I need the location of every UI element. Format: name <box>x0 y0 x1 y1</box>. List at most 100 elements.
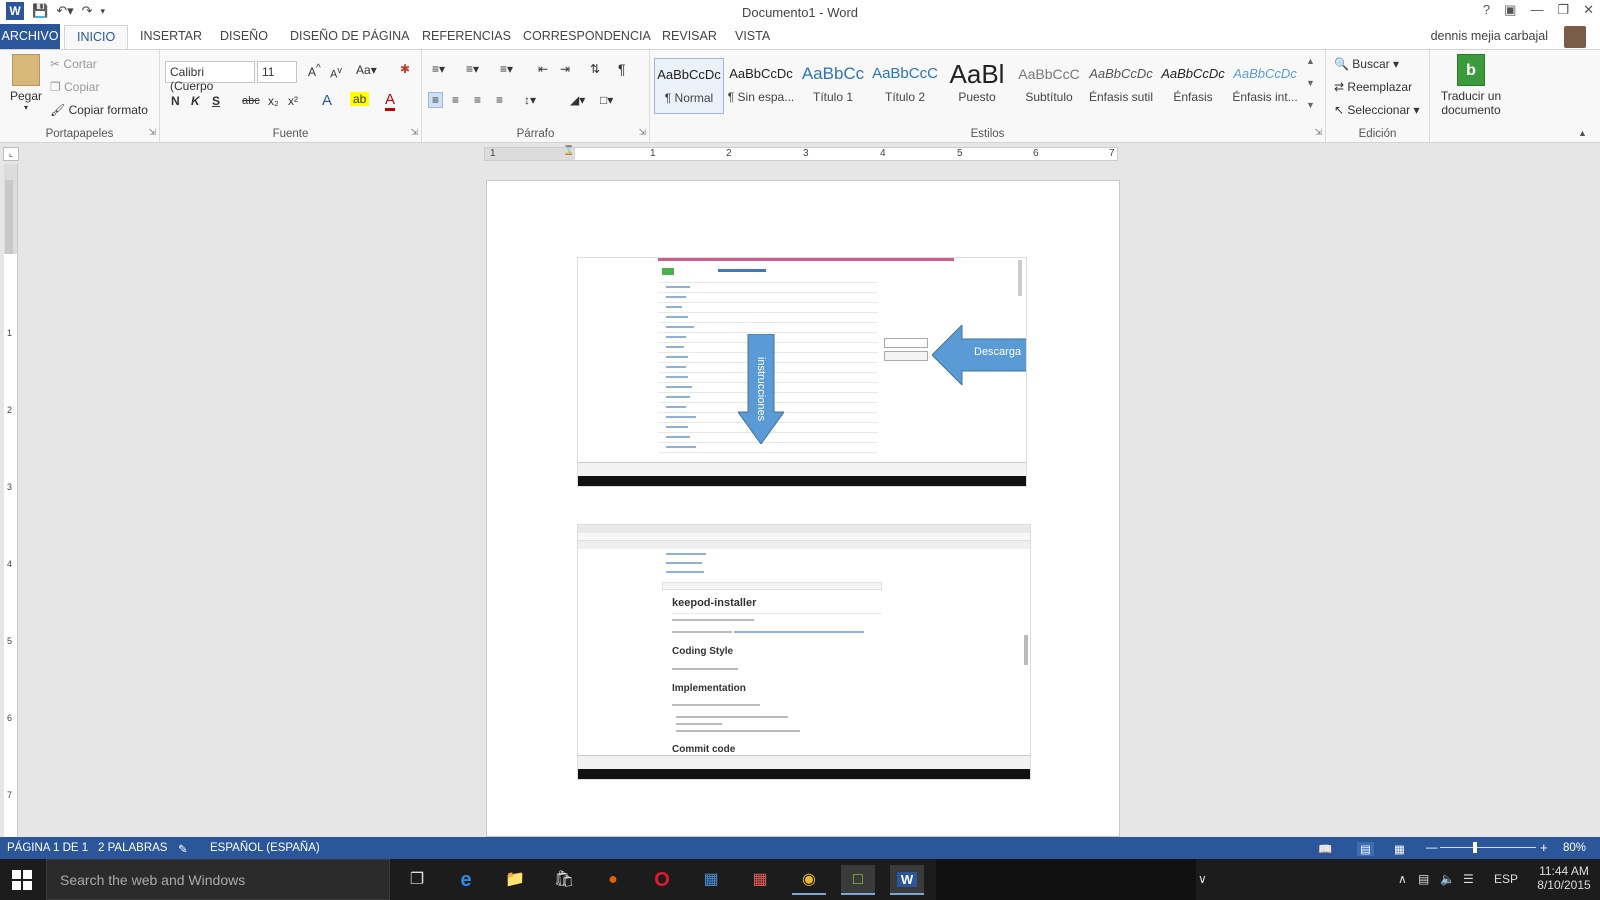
file-explorer-icon[interactable]: 📁 <box>498 865 532 895</box>
shrink-font-button[interactable]: Av <box>330 65 342 81</box>
opera-icon[interactable]: O <box>645 865 679 895</box>
styles-more-icon[interactable]: ▼ <box>1306 100 1315 110</box>
bullets-icon[interactable]: ≡▾ <box>432 62 445 76</box>
superscript-button[interactable]: x² <box>288 94 298 108</box>
vertical-ruler[interactable]: 1 2 3 4 5 6 7 <box>4 164 18 837</box>
italic-button[interactable]: K <box>191 94 200 108</box>
align-right-icon[interactable]: ≡ <box>474 93 481 107</box>
align-center-icon[interactable]: ≡ <box>452 93 459 107</box>
zoom-level[interactable]: 80% <box>1563 842 1586 854</box>
action-center-icon[interactable]: ☰ <box>1463 872 1474 886</box>
volume-icon[interactable]: 🔈 <box>1440 872 1455 886</box>
avatar[interactable] <box>1564 26 1586 48</box>
sort-icon[interactable]: ⇅ <box>590 62 600 76</box>
dialog-launcher-icon[interactable]: ⇲ <box>148 127 156 138</box>
tab-selector-icon[interactable]: ⌞ <box>3 147 19 161</box>
taskbar-search-box[interactable]: Search the web and Windows <box>46 859 390 900</box>
tab-diseno-pagina[interactable]: DISEÑO DE PÁGINA <box>290 29 409 43</box>
multilevel-list-icon[interactable]: ≡▾ <box>500 62 513 76</box>
tray-chevron-up-icon[interactable]: ∧ <box>1398 872 1407 886</box>
zoom-slider-thumb[interactable] <box>1473 842 1477 853</box>
proofing-icon[interactable]: ✎ <box>178 842 188 856</box>
tray-overflow-icon[interactable]: ∨ <box>1198 872 1207 886</box>
language-indicator[interactable]: ESPAÑOL (ESPAÑA) <box>210 842 320 854</box>
style-enfasis-sutil[interactable]: AaBbCcDc Énfasis sutil <box>1086 58 1156 114</box>
numbering-icon[interactable]: ≡▾ <box>466 62 479 76</box>
find-button[interactable]: 🔍 Buscar ▾ <box>1334 57 1399 71</box>
document-page[interactable]: instrucciones Descarga keepod-installer … <box>486 180 1120 837</box>
minimize-icon[interactable]: — <box>1530 2 1543 18</box>
font-size-select[interactable]: 11 <box>257 61 297 83</box>
page-count[interactable]: PÁGINA 1 DE 1 <box>7 842 88 854</box>
calculator-icon[interactable]: ▦ <box>743 865 777 895</box>
tab-revisar[interactable]: REVISAR <box>662 29 717 43</box>
shading-icon[interactable]: ◢▾ <box>570 93 585 107</box>
pilcrow-icon[interactable]: ¶ <box>618 61 626 77</box>
style-sin-espaciado[interactable]: AaBbCcDc ¶ Sin espa... <box>726 58 796 114</box>
tab-insertar[interactable]: INSERTAR <box>140 29 202 43</box>
tab-referencias[interactable]: REFERENCIAS <box>422 29 511 43</box>
style-subtitulo[interactable]: AaBbCcC Subtítulo <box>1014 58 1084 114</box>
web-layout-icon[interactable]: ▦ <box>1394 842 1405 856</box>
word-taskbar-icon[interactable]: W <box>890 865 924 895</box>
help-icon[interactable]: ? <box>1483 2 1490 18</box>
grow-font-button[interactable]: A^ <box>308 63 321 79</box>
green-app-icon[interactable]: □ <box>841 865 875 895</box>
increase-indent-icon[interactable]: ⇥ <box>560 62 570 76</box>
firefox-icon[interactable]: ● <box>596 865 630 895</box>
word-count[interactable]: 2 PALABRAS <box>98 842 167 854</box>
store-icon[interactable]: 🛍 <box>547 865 581 895</box>
read-mode-icon[interactable]: 📖 <box>1318 842 1332 856</box>
tab-vista[interactable]: VISTA <box>735 29 770 43</box>
style-puesto[interactable]: AaBl Puesto <box>942 58 1012 114</box>
clear-format-icon[interactable]: ✱ <box>400 62 410 76</box>
strikethrough-button[interactable]: abc <box>242 95 260 107</box>
borders-icon[interactable]: □▾ <box>600 93 613 107</box>
input-language[interactable]: ESP <box>1494 872 1518 886</box>
close-icon[interactable]: ✕ <box>1583 2 1594 18</box>
line-spacing-icon[interactable]: ↕▾ <box>524 93 536 107</box>
highlight-icon[interactable]: ab <box>350 92 370 106</box>
collapse-ribbon-icon[interactable]: ▲ <box>1578 128 1587 138</box>
edge-icon[interactable]: e <box>449 865 483 895</box>
tab-correspondencia[interactable]: CORRESPONDENCIA <box>523 29 651 43</box>
copy-button[interactable]: ❐ Copiar <box>50 80 99 94</box>
indent-marker-icon[interactable]: ⌛ <box>563 145 574 156</box>
style-normal[interactable]: AaBbCcDc ¶ Normal <box>654 58 724 114</box>
zoom-in-icon[interactable]: + <box>1540 840 1548 855</box>
zoom-out-icon[interactable]: — <box>1426 842 1438 854</box>
translate-document-button[interactable]: b Traducir un documento <box>1436 54 1506 117</box>
tab-archivo[interactable]: ARCHIVO <box>0 24 60 49</box>
text-effects-icon[interactable]: A <box>322 92 332 109</box>
chrome-icon[interactable]: ◉ <box>792 865 826 895</box>
cut-button[interactable]: ✂ Cortar <box>50 57 97 71</box>
dialog-launcher-icon[interactable]: ⇲ <box>638 127 646 138</box>
justify-icon[interactable]: ≡ <box>496 93 503 107</box>
select-button[interactable]: ↖ Seleccionar ▾ <box>1334 103 1419 117</box>
dialog-launcher-icon[interactable]: ⇲ <box>410 127 418 138</box>
styles-scroll-up-icon[interactable]: ▲ <box>1306 56 1315 66</box>
style-titulo-2[interactable]: AaBbCcC Título 2 <box>870 58 940 114</box>
bold-button[interactable]: N <box>171 94 180 108</box>
align-left-icon[interactable]: ≡ <box>428 92 444 108</box>
font-color-icon[interactable]: A <box>385 91 396 111</box>
user-name[interactable]: dennis mejia carbajal <box>1431 29 1548 43</box>
zoom-slider-track[interactable] <box>1440 847 1536 848</box>
embedded-screenshot-github[interactable]: instrucciones Descarga <box>577 257 1027 487</box>
style-titulo-1[interactable]: AaBbCc Título 1 <box>798 58 868 114</box>
format-painter-button[interactable]: 🖌 Copiar formato <box>50 103 148 117</box>
replace-button[interactable]: ⇄ Reemplazar <box>1334 80 1412 94</box>
ruler-bar[interactable]: ⌛ 1 1 2 3 4 5 6 7 <box>484 145 1118 161</box>
style-enfasis-intenso[interactable]: AaBbCcDc Énfasis int... <box>1230 58 1300 114</box>
underline-button[interactable]: S <box>212 94 220 108</box>
paste-button[interactable]: Pegar ▾ <box>8 54 44 112</box>
network-icon[interactable]: ▤ <box>1418 872 1429 886</box>
style-enfasis[interactable]: AaBbCcDc Énfasis <box>1158 58 1228 114</box>
windows-start-icon[interactable] <box>12 870 32 890</box>
decrease-indent-icon[interactable]: ⇤ <box>538 62 548 76</box>
tab-inicio[interactable]: INICIO <box>64 25 129 50</box>
tab-diseno[interactable]: DISEÑO <box>220 29 268 43</box>
embedded-screenshot-readme[interactable]: keepod-installer Coding Style Implementa… <box>577 524 1031 780</box>
restore-icon[interactable]: ❐ <box>1557 2 1569 18</box>
change-case-button[interactable]: Aa▾ <box>356 63 377 77</box>
